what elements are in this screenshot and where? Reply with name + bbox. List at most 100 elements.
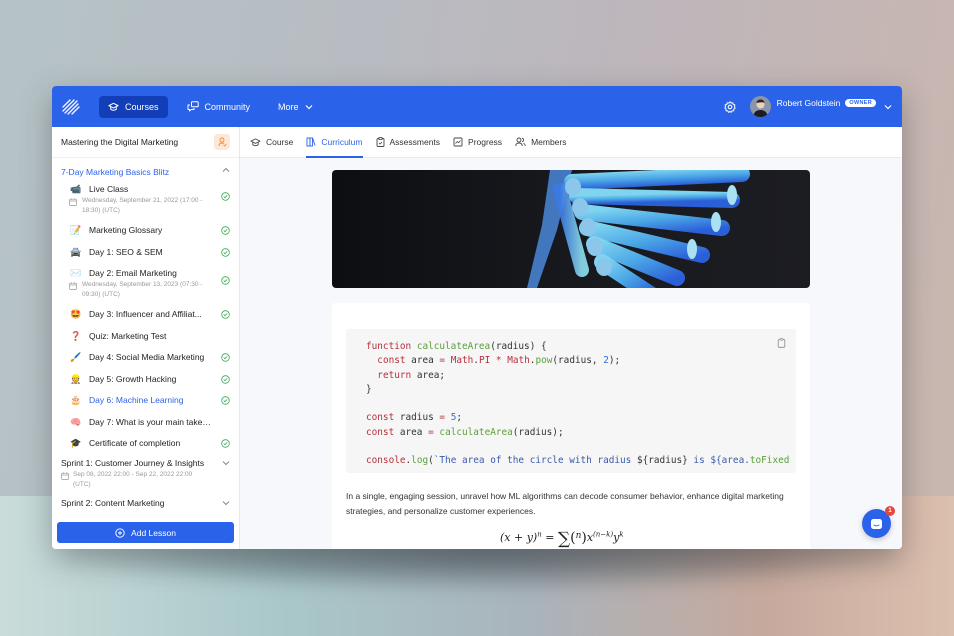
section-sprint-2[interactable]: Sprint 2: Content Marketing <box>52 490 239 508</box>
lesson-date-text: Wednesday, September 21, 2022 (17:00 - 1… <box>82 197 203 214</box>
lesson-description: In a single, engaging session, unravel h… <box>346 491 784 516</box>
tab-members[interactable]: Members <box>515 127 567 157</box>
section-title: 7-Day Marketing Basics Blitz <box>61 167 170 177</box>
section-sprint-1[interactable]: Sprint 1: Customer Journey & Insights <box>52 450 239 468</box>
users-icon <box>515 137 526 147</box>
lesson-emoji-icon: 🧠 <box>70 416 82 427</box>
nav-courses-button[interactable]: Courses <box>99 95 168 118</box>
tab-curriculum[interactable]: Curriculum <box>306 127 363 158</box>
section-7-day-marketing-basics[interactable]: 7-Day Marketing Basics Blitz <box>52 158 239 183</box>
code-block: function calculateArea(radius) { const a… <box>346 329 796 473</box>
lesson-item[interactable]: 🎓 Certificate of completion <box>52 429 239 451</box>
chevron-up-icon[interactable] <box>222 167 230 173</box>
completion-status <box>218 310 230 319</box>
tab-label: Assessments <box>389 137 441 147</box>
check-circle-icon <box>221 374 230 384</box>
math-formula: (x + y)n = ∑(n)x(n−k)yk <box>500 529 624 549</box>
lesson-item[interactable]: 🧠 Day 7: What is your main takeawa... <box>52 407 239 429</box>
lesson-item[interactable]: 🤩 Day 3: Influencer and Affiliat... <box>52 300 239 321</box>
lesson-item[interactable]: ❓ Quiz: Marketing Test <box>52 321 239 343</box>
completion-status <box>218 439 230 448</box>
check-circle-icon <box>221 226 230 235</box>
completion-status <box>218 192 230 201</box>
book-icon <box>306 137 316 147</box>
completion-status <box>218 353 230 362</box>
completion-status <box>218 226 230 235</box>
graduation-cap-icon <box>250 137 261 146</box>
nav-community-label: Community <box>204 101 251 112</box>
graduation-cap-icon <box>108 102 119 111</box>
tab-label: Course <box>266 137 294 147</box>
main-content: Course Curriculum Assessments Progress M… <box>240 127 902 549</box>
chat-unread-badge: 1 <box>885 506 895 516</box>
user-name[interactable]: Robert Goldstein <box>777 98 841 108</box>
tab-progress[interactable]: Progress <box>453 127 502 157</box>
nav-courses-label: Courses <box>125 101 159 112</box>
chevron-down-icon <box>305 104 312 109</box>
completion-status <box>218 247 230 257</box>
chart-icon <box>453 137 463 147</box>
lesson-title: Marketing Glossary <box>89 225 163 235</box>
tab-course[interactable]: Course <box>250 127 293 157</box>
lesson-title: Day 3: Influencer and Affiliat... <box>89 309 202 319</box>
check-circle-icon <box>221 247 230 257</box>
user-avatar[interactable] <box>749 96 771 117</box>
section-title: Sprint 2: Content Marketing <box>61 498 165 508</box>
lesson-title: Day 4: Social Media Marketing <box>89 352 205 362</box>
lesson-title: Live Class <box>89 184 129 194</box>
chevron-down-icon[interactable] <box>222 500 230 506</box>
section-date: Sep 08, 2022 22:00 - Sep 22, 2022 22:00 … <box>52 468 239 490</box>
nav-more-button[interactable]: More <box>269 96 322 118</box>
lesson-title: Day 2: Email Marketing <box>89 268 177 278</box>
support-chat-button[interactable]: 1 <box>862 506 895 538</box>
lesson-emoji-icon: 🤩 <box>70 309 82 319</box>
lesson-title: Day 7: What is your main takeawa... <box>89 416 214 427</box>
lesson-item[interactable]: 📹 Live Class Wednesday, September 21, 2022… <box>52 183 239 216</box>
lesson-emoji-icon: ✉️ <box>70 268 82 278</box>
instructor-user-icon[interactable] <box>214 134 230 150</box>
nav-community-button[interactable]: Community <box>178 96 260 118</box>
check-circle-icon <box>221 192 230 201</box>
lesson-item[interactable]: 🎂 Day 6: Machine Learning <box>52 386 239 408</box>
lesson-emoji-icon: 🖌️ <box>70 352 82 362</box>
add-lesson-label: Add Lesson <box>131 527 176 538</box>
copy-icon[interactable] <box>777 335 786 353</box>
check-circle-icon <box>221 439 230 448</box>
lesson-title: Day 5: Growth Hacking <box>89 373 177 384</box>
calendar-icon <box>69 282 77 290</box>
lesson-emoji-icon: ❓ <box>70 330 82 341</box>
lesson-item[interactable]: ✉️ Day 2: Email Marketing Wednesday, Septe… <box>52 259 239 301</box>
tab-label: Curriculum <box>321 137 363 147</box>
lesson-hero-image <box>332 170 810 288</box>
lesson-emoji-icon: 📹 <box>70 184 82 194</box>
add-lesson-button[interactable]: Add Lesson <box>57 522 234 543</box>
completion-status <box>218 396 230 405</box>
check-circle-icon <box>221 310 230 319</box>
clipboard-icon <box>376 137 384 147</box>
sidebar-scroll-area[interactable]: 7-Day Marketing Basics Blitz 📹 Live Class… <box>52 158 239 549</box>
settings-gear-icon[interactable] <box>723 100 736 113</box>
check-circle-icon <box>221 276 230 285</box>
tab-label: Members <box>531 137 567 147</box>
logo-icon[interactable] <box>62 98 80 116</box>
tab-assessments[interactable]: Assessments <box>376 127 441 157</box>
lesson-item[interactable]: 👷 Day 5: Growth Hacking <box>52 364 239 386</box>
lesson-item[interactable]: 🖌️ Day 4: Social Media Marketing <box>52 343 239 365</box>
scroll-fade <box>52 511 239 521</box>
lesson-item[interactable]: 🚔 Day 1: SEO & SEM <box>52 237 239 259</box>
user-menu-chevron-down-icon[interactable] <box>884 104 892 110</box>
lesson-content-card: function calculateArea(radius) { const a… <box>332 303 810 549</box>
completion-status <box>218 276 230 285</box>
lesson-emoji-icon: 🎓 <box>70 438 82 448</box>
lesson-emoji-icon: 🚔 <box>70 246 82 257</box>
chevron-down-icon[interactable] <box>222 460 230 466</box>
tab-label: Progress <box>468 137 503 147</box>
chat-icon <box>871 518 882 529</box>
check-circle-icon <box>221 396 230 405</box>
lesson-title: Quiz: Marketing Test <box>89 330 167 341</box>
curriculum-sidebar: Mastering the Digital Marketing 7-Day Ma… <box>52 127 240 549</box>
lesson-title: Day 1: SEO & SEM <box>89 246 163 257</box>
lesson-item[interactable]: 📝 Marketing Glossary <box>52 216 239 237</box>
lesson-emoji-icon: 👷 <box>70 373 82 384</box>
course-title: Mastering the Digital Marketing <box>61 137 179 147</box>
